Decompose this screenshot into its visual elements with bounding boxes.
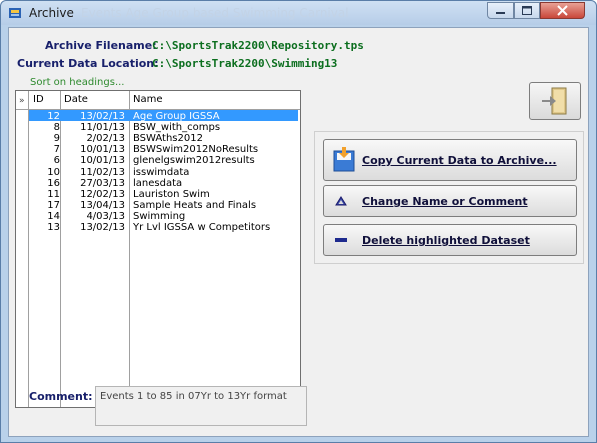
table-row[interactable]: 14 4/03/13 Swimming [29, 211, 298, 222]
archive-app-icon [9, 8, 21, 18]
copy-button-label: Copy Current Data to Archive... [362, 154, 557, 167]
exit-button[interactable] [529, 82, 581, 120]
comment-box: Events 1 to 85 in 07Yr to 13Yr format [95, 386, 307, 426]
table-row[interactable]: 8 11/01/13 BSW_with_comps [29, 122, 298, 133]
table-row[interactable]: 12 13/02/13 Age Group IGSSA [29, 111, 298, 122]
table-row[interactable]: 6 10/01/13 glenelgswim2012results [29, 155, 298, 166]
window-title: Archive [29, 6, 74, 20]
cell-name: isswimdata [133, 166, 190, 178]
cell-name: BSW_with_comps [133, 122, 221, 134]
cell-id: 12 [47, 111, 60, 122]
cell-id: 10 [47, 166, 60, 178]
change-name-button[interactable]: Change Name or Comment [323, 185, 577, 217]
cell-date: 11/02/13 [80, 166, 125, 178]
cell-date: 4/03/13 [86, 210, 125, 222]
column-header-date[interactable]: Date [64, 94, 88, 105]
table-row[interactable]: 16 27/03/13 lanesdata [29, 178, 298, 189]
cell-name: Swimming [133, 210, 186, 222]
cell-name: Lauriston Swim [133, 188, 210, 200]
copy-to-archive-button[interactable]: Copy Current Data to Archive... [323, 139, 577, 181]
cell-date: 13/02/13 [80, 111, 125, 122]
row-indicator-column: » [16, 91, 29, 407]
change-button-label: Change Name or Comment [362, 195, 528, 208]
cell-id: 9 [53, 133, 60, 145]
table-row[interactable]: 10 11/02/13 isswimdata [29, 167, 298, 178]
cell-id: 16 [47, 177, 60, 189]
current-data-location-label: Current Data Location: [17, 57, 159, 70]
current-data-location-value: C:\SportsTrak2200\Swimming13 [152, 57, 338, 70]
cell-date: 2/02/13 [86, 133, 125, 145]
minimize-icon [496, 12, 505, 14]
cell-date: 13/02/13 [80, 222, 125, 233]
delete-button-label: Delete highlighted Dataset [362, 234, 530, 247]
cell-name: glenelgswim2012results [133, 155, 255, 167]
archive-filename-label: Archive Filename: [45, 39, 157, 52]
table-row[interactable]: 13 13/02/13 Yr Lvl IGSSA w Competitors [29, 222, 298, 233]
maximize-button[interactable] [514, 2, 540, 19]
table-row[interactable]: 7 10/01/13 BSWSwim2012NoResults [29, 144, 298, 155]
close-icon [557, 5, 568, 16]
archive-window: Archive Events Age Group based Swimming … [0, 0, 597, 443]
cell-name: BSWAths2012 [133, 133, 203, 145]
cell-id: 17 [47, 199, 60, 211]
maximize-icon [522, 6, 532, 15]
floppy-save-icon [333, 147, 355, 172]
cell-name: Yr Lvl IGSSA w Competitors [133, 222, 271, 233]
column-header-id[interactable]: ID [33, 94, 44, 105]
close-button[interactable] [540, 2, 585, 19]
cell-id: 11 [47, 188, 60, 200]
sort-hint: Sort on headings... [30, 77, 125, 88]
window-title-ghost: Events Age Group based Swimming Carnival [81, 6, 349, 20]
cell-id: 13 [47, 222, 60, 233]
cell-date: 11/01/13 [80, 122, 125, 134]
minus-icon [335, 238, 347, 242]
cell-date: 10/01/13 [80, 144, 125, 156]
delete-dataset-button[interactable]: Delete highlighted Dataset [323, 224, 577, 256]
cell-date: 13/04/13 [80, 199, 125, 211]
cell-name: Sample Heats and Finals [133, 199, 257, 211]
triangle-icon [335, 196, 347, 206]
cell-name: Age Group IGSSA [133, 111, 220, 122]
table-row[interactable]: 17 13/04/13 Sample Heats and Finals [29, 200, 298, 211]
grid-header: ID Date Name [16, 91, 300, 110]
archive-filename-value: C:\SportsTrak2200\Repository.tps [152, 39, 364, 52]
table-row[interactable]: 9 2/02/13 BSWAths2012 [29, 133, 298, 144]
cell-date: 12/02/13 [80, 188, 125, 200]
cell-name: BSWSwim2012NoResults [133, 144, 259, 156]
cell-name: lanesdata [133, 177, 183, 189]
cell-date: 10/01/13 [80, 155, 125, 167]
minimize-button[interactable] [487, 2, 514, 19]
cell-id: 14 [47, 210, 60, 222]
title-bar[interactable]: Archive Events Age Group based Swimming … [1, 1, 596, 25]
table-row[interactable]: 11 12/02/13 Lauriston Swim [29, 189, 298, 200]
cell-id: 6 [53, 155, 60, 167]
dataset-grid[interactable]: » ID Date Name 12 13/02/13 Age Group IGSSA… [15, 90, 301, 408]
cell-date: 27/03/13 [80, 177, 125, 189]
cell-id: 8 [53, 122, 60, 134]
exit-door-icon [542, 87, 567, 115]
column-header-name[interactable]: Name [133, 94, 163, 105]
cell-id: 7 [53, 144, 60, 156]
comment-label: Comment: [29, 390, 93, 403]
